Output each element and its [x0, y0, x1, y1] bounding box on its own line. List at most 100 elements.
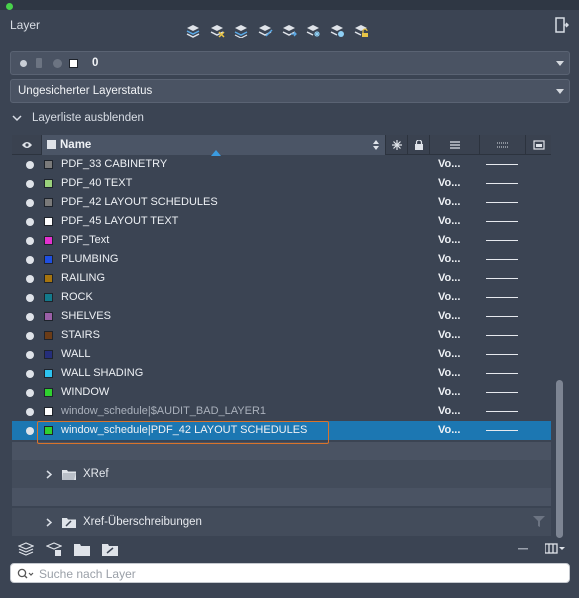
linetype-value[interactable]: Vo...: [438, 310, 460, 322]
visibility-dot-icon[interactable]: [26, 161, 34, 169]
visibility-dot-icon[interactable]: [26, 408, 34, 416]
layer-color-swatch[interactable]: [44, 179, 53, 188]
visibility-dot-icon[interactable]: [26, 218, 34, 226]
lineweight-sample[interactable]: [486, 430, 518, 431]
column-settings-icon[interactable]: [545, 543, 565, 554]
lineweight-sample[interactable]: [486, 183, 518, 184]
visibility-dot-icon[interactable]: [26, 332, 34, 340]
table-row[interactable]: RAILING Vo...: [12, 269, 551, 288]
window-zoom-button[interactable]: [6, 3, 13, 10]
column-linetype[interactable]: [430, 135, 480, 155]
linetype-value[interactable]: Vo...: [438, 405, 460, 417]
column-visibility[interactable]: [12, 135, 42, 155]
table-row[interactable]: window_schedule|$AUDIT_BAD_LAYER1 Vo...: [12, 402, 551, 421]
lineweight-sample[interactable]: [486, 392, 518, 393]
linetype-value[interactable]: Vo...: [438, 196, 460, 208]
layer-search-field[interactable]: [10, 563, 570, 583]
linetype-value[interactable]: Vo...: [438, 386, 460, 398]
layer-color-swatch[interactable]: [44, 236, 53, 245]
layer-color-swatch[interactable]: [44, 369, 53, 378]
visibility-dot-icon[interactable]: [26, 180, 34, 188]
linetype-value[interactable]: Vo...: [438, 253, 460, 265]
layer-color-swatch[interactable]: [44, 350, 53, 359]
group-xref-overrides[interactable]: Xref-Überschreibungen: [12, 508, 551, 536]
search-input[interactable]: [39, 566, 539, 581]
layer-color-swatch[interactable]: [44, 407, 53, 416]
layer-color-swatch[interactable]: [44, 198, 53, 207]
layer-color-swatch[interactable]: [44, 331, 53, 340]
visibility-dot-icon[interactable]: [26, 237, 34, 245]
freeze-icon[interactable]: [304, 21, 322, 39]
set-current-icon[interactable]: [232, 21, 250, 39]
lineweight-sample[interactable]: [486, 373, 518, 374]
table-row[interactable]: WINDOW Vo...: [12, 383, 551, 402]
new-group-filter-icon[interactable]: [74, 542, 90, 556]
current-layer-select[interactable]: 0: [10, 51, 570, 75]
column-plot[interactable]: [526, 135, 551, 155]
linetype-value[interactable]: Vo...: [438, 367, 460, 379]
new-layer-icon[interactable]: [184, 21, 202, 39]
lineweight-sample[interactable]: [486, 221, 518, 222]
visibility-dot-icon[interactable]: [26, 427, 34, 435]
lineweight-sample[interactable]: [486, 202, 518, 203]
hide-layer-list-toggle[interactable]: Layerliste ausblenden: [12, 111, 144, 125]
table-row[interactable]: SHELVES Vo...: [12, 307, 551, 326]
column-lock[interactable]: [408, 135, 430, 155]
layer-color-swatch[interactable]: [44, 160, 53, 169]
delete-layer-icon[interactable]: [208, 21, 226, 39]
column-lineweight[interactable]: [480, 135, 526, 155]
table-row[interactable]: PDF_45 LAYOUT TEXT Vo...: [12, 212, 551, 231]
merge-layers-icon[interactable]: [256, 21, 274, 39]
lineweight-sample[interactable]: [486, 354, 518, 355]
lineweight-sample[interactable]: [486, 278, 518, 279]
layer-color-swatch[interactable]: [44, 312, 53, 321]
linetype-value[interactable]: Vo...: [438, 348, 460, 360]
column-freeze[interactable]: [386, 135, 408, 155]
unlock-icon[interactable]: [352, 21, 370, 39]
dock-panel-icon[interactable]: [555, 17, 569, 33]
lineweight-sample[interactable]: [486, 411, 518, 412]
group-xref[interactable]: XRef: [12, 460, 551, 488]
lineweight-sample[interactable]: [486, 335, 518, 336]
lock-icon[interactable]: [328, 21, 346, 39]
visibility-dot-icon[interactable]: [26, 294, 34, 302]
visibility-dot-icon[interactable]: [26, 313, 34, 321]
visibility-dot-icon[interactable]: [26, 389, 34, 397]
layer-color-swatch[interactable]: [44, 274, 53, 283]
linetype-value[interactable]: Vo...: [438, 215, 460, 227]
table-row[interactable]: WALL SHADING Vo...: [12, 364, 551, 383]
visibility-dot-icon[interactable]: [26, 275, 34, 283]
lineweight-sample[interactable]: [486, 259, 518, 260]
linetype-value[interactable]: Vo...: [438, 177, 460, 189]
lineweight-sample[interactable]: [486, 316, 518, 317]
layer-states-icon[interactable]: [18, 542, 34, 556]
linetype-value[interactable]: Vo...: [438, 291, 460, 303]
isolate-icon[interactable]: [280, 21, 298, 39]
lineweight-sample[interactable]: [486, 297, 518, 298]
collapse-icon[interactable]: [518, 548, 528, 550]
table-row[interactable]: WALL Vo...: [12, 345, 551, 364]
filter-icon[interactable]: [533, 516, 545, 527]
layer-color-swatch[interactable]: [44, 388, 53, 397]
table-row[interactable]: PDF_42 LAYOUT SCHEDULES Vo...: [12, 193, 551, 212]
linetype-value[interactable]: Vo...: [438, 329, 460, 341]
visibility-dot-icon[interactable]: [26, 370, 34, 378]
linetype-value[interactable]: Vo...: [438, 272, 460, 284]
linetype-value[interactable]: Vo...: [438, 158, 460, 170]
visibility-dot-icon[interactable]: [26, 256, 34, 264]
lineweight-sample[interactable]: [486, 164, 518, 165]
lineweight-sample[interactable]: [486, 240, 518, 241]
table-row[interactable]: ROCK Vo...: [12, 288, 551, 307]
visibility-dot-icon[interactable]: [26, 199, 34, 207]
table-row[interactable]: PDF_33 CABINETRY Vo...: [12, 155, 551, 174]
table-row[interactable]: PLUMBING Vo...: [12, 250, 551, 269]
layer-list-scrollbar[interactable]: [556, 380, 563, 538]
layer-color-swatch[interactable]: [44, 217, 53, 226]
visibility-dot-icon[interactable]: [26, 351, 34, 359]
linetype-value[interactable]: Vo...: [438, 424, 460, 436]
linetype-value[interactable]: Vo...: [438, 234, 460, 246]
layer-color-swatch[interactable]: [44, 255, 53, 264]
layer-filter-icon[interactable]: [46, 542, 62, 556]
table-row[interactable]: STAIRS Vo...: [12, 326, 551, 345]
table-row[interactable]: PDF_Text Vo...: [12, 231, 551, 250]
